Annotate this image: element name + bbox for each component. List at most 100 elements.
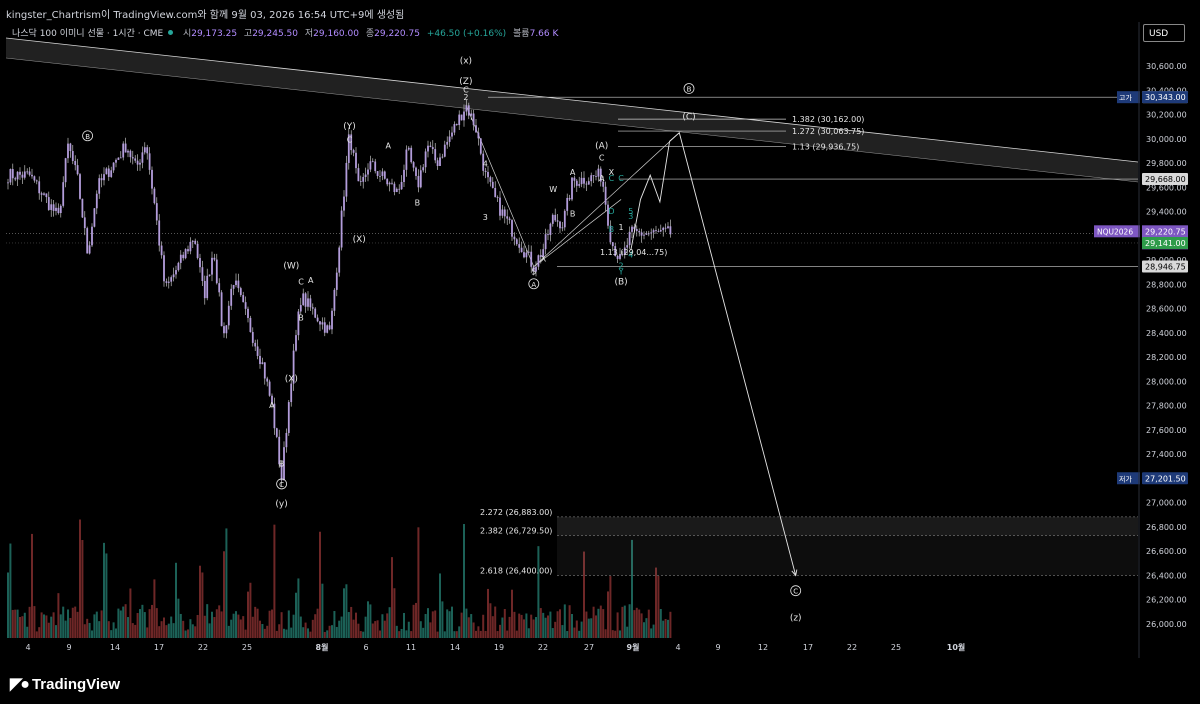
wave-label: (B) bbox=[614, 277, 627, 287]
volume-bar bbox=[55, 625, 57, 638]
volume-bar bbox=[242, 616, 245, 638]
y-axis: 26,000.00 26,200.00 26,400.00 26,600.00 26,8… bbox=[1146, 62, 1187, 629]
candle-body bbox=[117, 157, 120, 160]
volume-bar bbox=[196, 614, 199, 638]
candle-body bbox=[595, 176, 597, 177]
footer-bar bbox=[0, 660, 1200, 704]
candle-body bbox=[419, 170, 422, 188]
volume-bar bbox=[427, 608, 429, 638]
candle-body bbox=[647, 233, 650, 235]
candle-body bbox=[463, 111, 465, 121]
candlestick-series bbox=[7, 99, 672, 487]
volume-bar bbox=[633, 610, 636, 638]
x-tick-label: 9월 bbox=[627, 642, 640, 652]
candle-body bbox=[364, 174, 367, 178]
candle-body bbox=[268, 381, 271, 396]
volume-bar bbox=[506, 630, 509, 638]
volume-bar bbox=[237, 614, 240, 638]
volume-bar bbox=[647, 609, 650, 638]
volume-bar bbox=[439, 573, 441, 638]
wave-label: B bbox=[279, 459, 285, 468]
volume-bar bbox=[585, 611, 588, 638]
y-tick-label: 26,600.00 bbox=[1146, 547, 1187, 556]
candle-body bbox=[143, 147, 146, 153]
candle-body bbox=[611, 242, 614, 247]
candle-body bbox=[62, 182, 65, 206]
candle-body bbox=[170, 277, 173, 282]
open-value: 29,173.25 bbox=[191, 29, 238, 39]
candle-body bbox=[242, 295, 245, 303]
candle-body bbox=[86, 228, 89, 254]
volume-bar bbox=[655, 567, 657, 638]
candle-body bbox=[403, 169, 405, 182]
volume-bar bbox=[343, 588, 345, 638]
candle-body bbox=[55, 207, 57, 211]
volume-bar bbox=[194, 626, 197, 638]
volume-bar bbox=[290, 627, 293, 638]
candle-body bbox=[215, 259, 218, 284]
volume-bar bbox=[393, 588, 396, 638]
volume-bar bbox=[463, 524, 465, 638]
candle-body bbox=[227, 305, 230, 326]
candle-body bbox=[76, 165, 79, 175]
candle-body bbox=[465, 105, 468, 112]
volume-bar bbox=[148, 609, 151, 638]
volume-bar bbox=[88, 622, 91, 638]
volume-value: 7.66 K bbox=[529, 29, 559, 39]
volume-bar bbox=[203, 615, 206, 638]
volume-bar bbox=[43, 614, 45, 638]
candle-body bbox=[494, 187, 497, 198]
candle-body bbox=[592, 175, 595, 177]
price-chart[interactable]: BC(y)AB(X)B(W)C A(Y)C(X)AB(x)(Z)C2435AXWA… bbox=[0, 0, 1200, 704]
volume-bar bbox=[189, 619, 192, 638]
candle-body bbox=[551, 214, 554, 224]
volume-bar bbox=[136, 613, 139, 638]
volume-bar bbox=[563, 604, 566, 638]
x-tick-label: 12 bbox=[758, 643, 768, 652]
volume-bar bbox=[47, 622, 50, 638]
symbol-title[interactable]: 나스닥 100 이미니 선물 · 1시간 · CME bbox=[12, 29, 163, 39]
volume-bar bbox=[319, 531, 321, 638]
fib-level-labels: 1.382 (30,162.00) 1.272 (30,063.75) 1.13 (… bbox=[480, 115, 864, 575]
volume-bar bbox=[515, 630, 518, 638]
candle-body bbox=[237, 280, 240, 289]
volume-bar bbox=[566, 631, 569, 638]
candle-body bbox=[640, 232, 643, 236]
volume-bar bbox=[664, 618, 667, 638]
x-tick-label: 6 bbox=[363, 643, 368, 652]
candle-body bbox=[28, 171, 31, 175]
volume-bar bbox=[218, 605, 221, 638]
candle-body bbox=[391, 182, 393, 184]
candle-body bbox=[585, 183, 588, 185]
volume-bar bbox=[590, 618, 593, 638]
currency-selector[interactable]: USD bbox=[1143, 24, 1185, 42]
fib-level-label: 1.13 (29,936.75) bbox=[792, 142, 859, 151]
candle-body bbox=[398, 188, 401, 190]
candle-body bbox=[23, 171, 26, 178]
candle-body bbox=[235, 280, 237, 286]
candle-body bbox=[14, 178, 17, 180]
candle-body bbox=[83, 217, 86, 229]
volume-bar bbox=[287, 610, 290, 638]
volume-bar bbox=[369, 604, 372, 638]
candle-body bbox=[91, 226, 93, 246]
candle-body bbox=[189, 241, 192, 252]
candle-body bbox=[525, 252, 528, 258]
candle-body bbox=[479, 138, 482, 154]
tradingview-logo: ◤● TradingView bbox=[10, 674, 120, 694]
fib-level-label: 2.382 (26,729.50) bbox=[480, 527, 552, 536]
volume-bar bbox=[208, 623, 211, 638]
volume-bar bbox=[525, 613, 528, 638]
x-tick-label: 22 bbox=[198, 643, 208, 652]
candle-body bbox=[95, 193, 98, 209]
downtrend-channel bbox=[6, 38, 1138, 182]
candle-body bbox=[338, 247, 341, 273]
fib-zone-lower bbox=[557, 535, 1138, 576]
volume-bar bbox=[400, 628, 403, 638]
y-tick-label: 27,400.00 bbox=[1146, 450, 1187, 459]
volume-bar bbox=[107, 621, 110, 638]
volume-bar bbox=[326, 630, 329, 638]
candle-body bbox=[669, 226, 672, 235]
volume-bar bbox=[355, 612, 357, 638]
candle-body bbox=[67, 143, 69, 159]
